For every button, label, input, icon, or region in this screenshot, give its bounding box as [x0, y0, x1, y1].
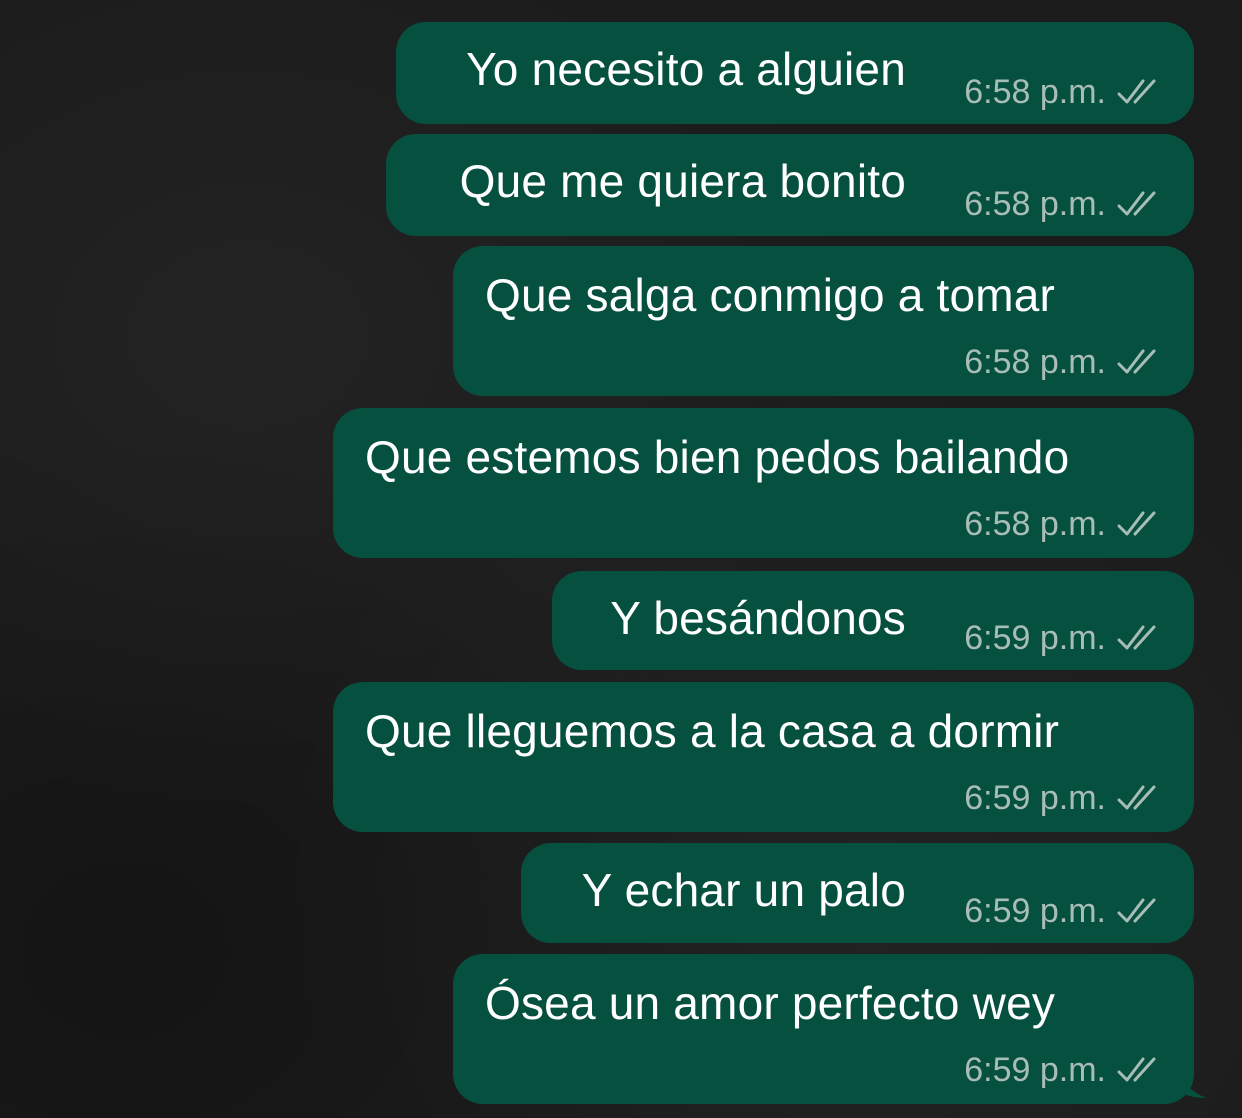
message-text: Y echar un palo [581, 864, 906, 916]
message-time: 6:59 p.m. [964, 619, 1106, 657]
message-bubble[interactable]: Yo necesito a alguien 6:58 p.m. [396, 22, 1194, 124]
message-text: Y besándonos [610, 592, 906, 644]
double-check-icon [1117, 1057, 1156, 1082]
message-text: Ósea un amor perfecto wey [485, 977, 1056, 1029]
message-time: 6:58 p.m. [964, 505, 1106, 543]
double-check-icon [1117, 191, 1156, 216]
message-text: Que me quiera bonito [459, 155, 906, 207]
double-check-icon [1117, 511, 1156, 536]
chat-thread: Yo necesito a alguien 6:58 p.m. Que me q… [0, 0, 1242, 1118]
message-time: 6:58 p.m. [964, 73, 1106, 111]
message-bubble[interactable]: Que salga conmigo a tomar 6:58 p.m. [453, 246, 1194, 396]
message-text: Yo necesito a alguien [466, 43, 906, 95]
message-text: Que lleguemos a la casa a dormir [365, 705, 1060, 757]
message-time: 6:59 p.m. [964, 779, 1106, 817]
double-check-icon [1117, 79, 1156, 104]
message-bubble[interactable]: Y besándonos 6:59 p.m. [552, 571, 1194, 670]
message-bubble[interactable]: Que lleguemos a la casa a dormir 6:59 p.… [333, 682, 1194, 832]
double-check-icon [1117, 785, 1156, 810]
message-meta: 6:59 p.m. [964, 778, 1162, 818]
message-meta: 6:58 p.m. [964, 504, 1162, 544]
message-bubble[interactable]: Que estemos bien pedos bailando 6:58 p.m… [333, 408, 1194, 558]
double-check-icon [1117, 625, 1156, 650]
message-bubble[interactable]: Que me quiera bonito 6:58 p.m. [386, 134, 1194, 236]
message-time: 6:59 p.m. [964, 1051, 1106, 1089]
message-meta: 6:58 p.m. [964, 72, 1162, 112]
message-meta: 6:59 p.m. [964, 618, 1162, 658]
message-bubble[interactable]: Y echar un palo 6:59 p.m. [521, 843, 1194, 943]
message-time: 6:58 p.m. [964, 343, 1106, 381]
double-check-icon [1117, 349, 1156, 374]
double-check-icon [1117, 898, 1156, 923]
message-text: Que estemos bien pedos bailando [365, 431, 1070, 483]
message-meta: 6:58 p.m. [964, 342, 1162, 382]
message-time: 6:59 p.m. [964, 892, 1106, 930]
message-bubble[interactable]: Ósea un amor perfecto wey 6:59 p.m. [453, 954, 1194, 1104]
message-meta: 6:59 p.m. [964, 891, 1162, 931]
message-text: Que salga conmigo a tomar [485, 269, 1056, 321]
message-meta: 6:58 p.m. [964, 184, 1162, 224]
message-meta: 6:59 p.m. [964, 1050, 1162, 1090]
message-time: 6:58 p.m. [964, 185, 1106, 223]
